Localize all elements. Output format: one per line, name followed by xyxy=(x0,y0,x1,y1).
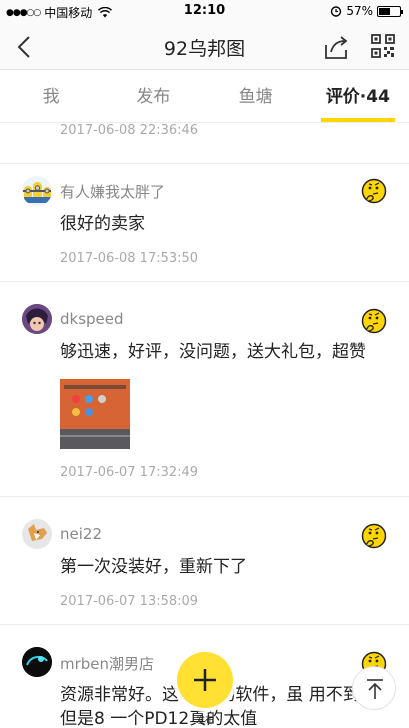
review-item: dkspeed 够迅速，好评，没问题，送大礼包，超赞 2017-06-07 17… xyxy=(0,281,409,496)
qr-code-icon xyxy=(371,34,395,58)
avatar[interactable] xyxy=(22,519,52,549)
share-button[interactable] xyxy=(323,33,351,61)
fox-avatar-icon xyxy=(22,519,52,549)
nav-bar: 92乌邦图 xyxy=(0,24,409,70)
review-date: 2017-06-07 17:32:49 xyxy=(60,465,199,480)
review-item: nei22 第一次没装好，重新下了 2017-06-07 13:58:09 xyxy=(0,496,409,624)
review-username[interactable]: mrben潮男店 xyxy=(60,653,154,674)
back-to-top-button[interactable] xyxy=(352,666,396,710)
review-date: 2017-06-07 13:58:09 xyxy=(60,594,199,609)
battery-percent: 57% xyxy=(346,4,373,18)
battery-tip xyxy=(401,9,403,14)
rating-emoji xyxy=(361,523,387,549)
tab-label: 鱼塘 xyxy=(238,87,273,107)
rating-emoji xyxy=(361,308,387,334)
status-right: 57% xyxy=(330,4,403,18)
tab-fish-pond[interactable]: 鱼塘 xyxy=(205,71,307,122)
thinking-face-icon xyxy=(361,308,387,334)
tab-me[interactable]: 我 xyxy=(0,71,102,122)
share-icon xyxy=(325,36,348,59)
tab-label: 评价·44 xyxy=(325,87,390,107)
character-avatar-icon xyxy=(22,304,52,334)
reviews-feed[interactable]: 2017-06-08 22:36:46 有人嫌我太胖了 很好的卖家 2017-0… xyxy=(0,123,409,728)
dark-avatar-icon xyxy=(22,647,52,677)
plus-icon xyxy=(194,669,216,691)
review-item: 有人嫌我太胖了 很好的卖家 2017-06-08 17:53:50 xyxy=(0,163,409,281)
publish-fab-label: 发布 xyxy=(195,716,214,726)
review-username[interactable]: dkspeed xyxy=(60,310,124,328)
alarm-icon xyxy=(331,6,342,17)
review-username[interactable]: nei22 xyxy=(60,525,102,543)
arrow-up-icon xyxy=(367,679,383,699)
tab-reviews[interactable]: 评价·44 xyxy=(307,71,409,122)
status-bar: ●●●○○ 中国移动 12:10 57% xyxy=(0,0,409,24)
avatar[interactable] xyxy=(22,647,52,677)
review-username[interactable]: 有人嫌我太胖了 xyxy=(60,181,165,202)
review-comment: 够迅速，好评，没问题，送大礼包，超赞 xyxy=(60,342,366,362)
rating-emoji xyxy=(361,178,387,204)
tab-label: 我 xyxy=(42,87,60,107)
tab-label: 发布 xyxy=(136,87,171,107)
review-photo[interactable] xyxy=(60,379,130,449)
thinking-face-icon xyxy=(361,523,387,549)
review-date: 2017-06-08 17:53:50 xyxy=(60,251,199,266)
laptop-screen-photo-icon xyxy=(60,379,130,449)
avatar[interactable] xyxy=(22,304,52,334)
publish-fab-button[interactable] xyxy=(177,652,233,708)
battery-fill xyxy=(379,7,391,15)
active-tab-indicator xyxy=(320,118,395,122)
qr-code-button[interactable] xyxy=(371,34,395,58)
review-comment: 很好的卖家 xyxy=(60,214,145,234)
tab-publish[interactable]: 发布 xyxy=(102,71,204,122)
tab-bar: 我 发布 鱼塘 评价·44 xyxy=(0,71,409,123)
minions-avatar-icon xyxy=(23,182,51,203)
thinking-face-icon xyxy=(361,178,387,204)
review-date: 2017-06-08 22:36:46 xyxy=(60,123,199,138)
battery-icon xyxy=(377,5,403,17)
avatar[interactable] xyxy=(22,176,52,206)
review-comment: 第一次没装好，重新下了 xyxy=(60,557,247,577)
